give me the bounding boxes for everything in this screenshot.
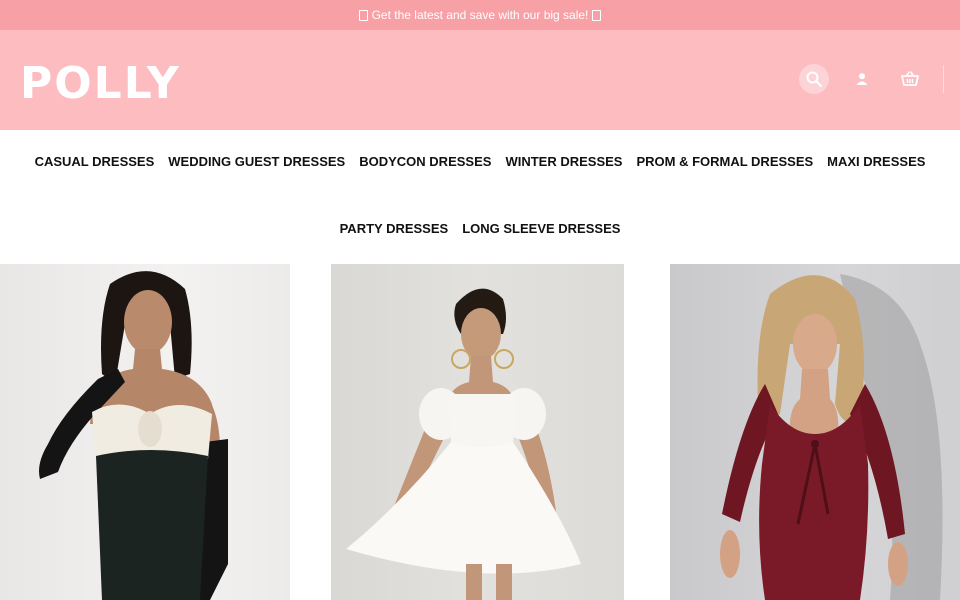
promo-text: Get the latest and save with our big sal… [371,8,589,22]
product-image [346,288,581,600]
site-header: POLLY [0,30,960,130]
promo-bar: Get the latest and save with our big sal… [0,0,960,30]
nav-row: PARTY DRESSES LONG SLEEVE DRESSES [0,221,960,236]
gift-icon [592,9,602,21]
header-icons [799,64,944,94]
nav-row: CASUAL DRESSES WEDDING GUEST DRESSES BOD… [0,154,960,169]
basket-icon[interactable] [895,64,925,94]
product-card-black-bow-dress[interactable] [0,264,290,600]
search-icon[interactable] [799,64,829,94]
category-nav: CASUAL DRESSES WEDDING GUEST DRESSES BOD… [0,130,960,264]
product-grid [0,264,960,600]
nav-maxi-dresses[interactable]: MAXI DRESSES [827,154,925,169]
nav-bodycon-dresses[interactable]: BODYCON DRESSES [359,154,491,169]
user-icon[interactable] [847,64,877,94]
product-card-white-puff-dress[interactable] [331,264,624,600]
header-divider [943,65,944,93]
nav-prom-formal-dresses[interactable]: PROM & FORMAL DRESSES [636,154,813,169]
product-image [720,274,943,600]
product-card-burgundy-dress[interactable] [670,264,960,600]
product-image [39,271,228,600]
nav-casual-dresses[interactable]: CASUAL DRESSES [35,154,155,169]
logo[interactable]: POLLY [20,58,181,110]
nav-party-dresses[interactable]: PARTY DRESSES [340,221,449,236]
nav-long-sleeve-dresses[interactable]: LONG SLEEVE DRESSES [462,221,620,236]
nav-wedding-guest-dresses[interactable]: WEDDING GUEST DRESSES [168,154,345,169]
nav-winter-dresses[interactable]: WINTER DRESSES [505,154,622,169]
gift-icon [358,9,368,21]
